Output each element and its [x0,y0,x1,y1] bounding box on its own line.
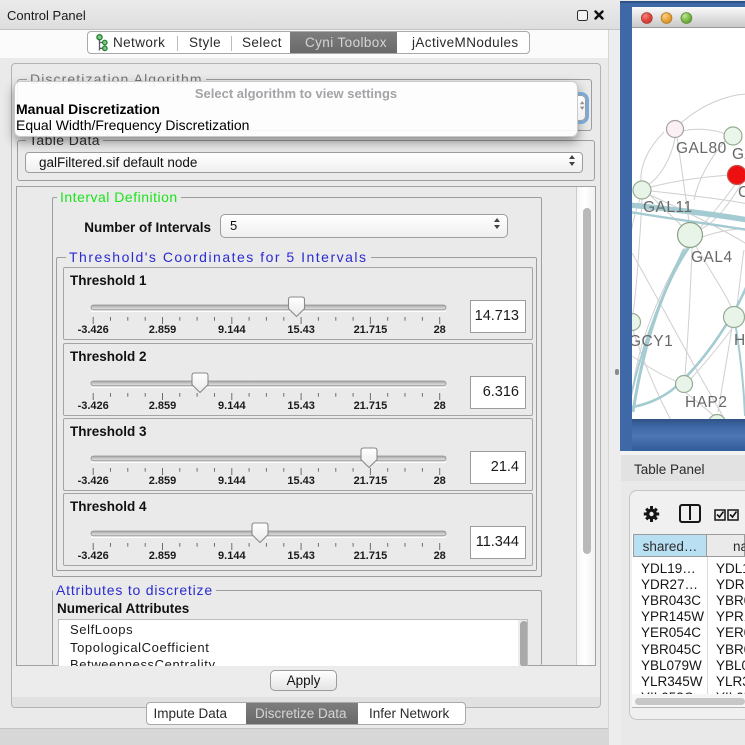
svg-text:28: 28 [434,550,446,562]
svg-text:2.859: 2.859 [149,400,177,412]
svg-text:9.144: 9.144 [218,475,246,487]
svg-text:21.715: 21.715 [354,475,388,487]
svg-text:GAL11: GAL11 [643,199,693,216]
svg-text:HAP2: HAP2 [685,394,728,411]
svg-text:28: 28 [434,475,446,487]
svg-text:21.715: 21.715 [354,324,388,336]
svg-text:28: 28 [434,400,446,412]
svg-text:9.144: 9.144 [218,550,246,562]
svg-text:15.43: 15.43 [287,475,315,487]
svg-text:-3.426: -3.426 [78,550,109,562]
svg-text:-3.426: -3.426 [78,400,109,412]
svg-text:15.43: 15.43 [287,550,315,562]
svg-text:GA: GA [732,146,745,163]
svg-text:15.43: 15.43 [287,324,315,336]
svg-text:-3.426: -3.426 [78,475,109,487]
svg-text:2.859: 2.859 [149,324,177,336]
svg-text:28: 28 [434,324,446,336]
svg-text:H: H [734,332,745,349]
svg-text:GAL80: GAL80 [676,140,727,157]
svg-text:9.144: 9.144 [218,400,246,412]
svg-text:-3.426: -3.426 [78,324,109,336]
svg-text:9.144: 9.144 [218,324,246,336]
svg-text:21.715: 21.715 [354,400,388,412]
svg-text:2.859: 2.859 [149,475,177,487]
svg-text:2.859: 2.859 [149,550,177,562]
svg-text:GAL4: GAL4 [691,249,733,266]
svg-text:C: C [738,184,745,201]
svg-text:21.715: 21.715 [354,550,388,562]
svg-text:GCY1: GCY1 [632,333,673,350]
svg-text:15.43: 15.43 [287,400,315,412]
